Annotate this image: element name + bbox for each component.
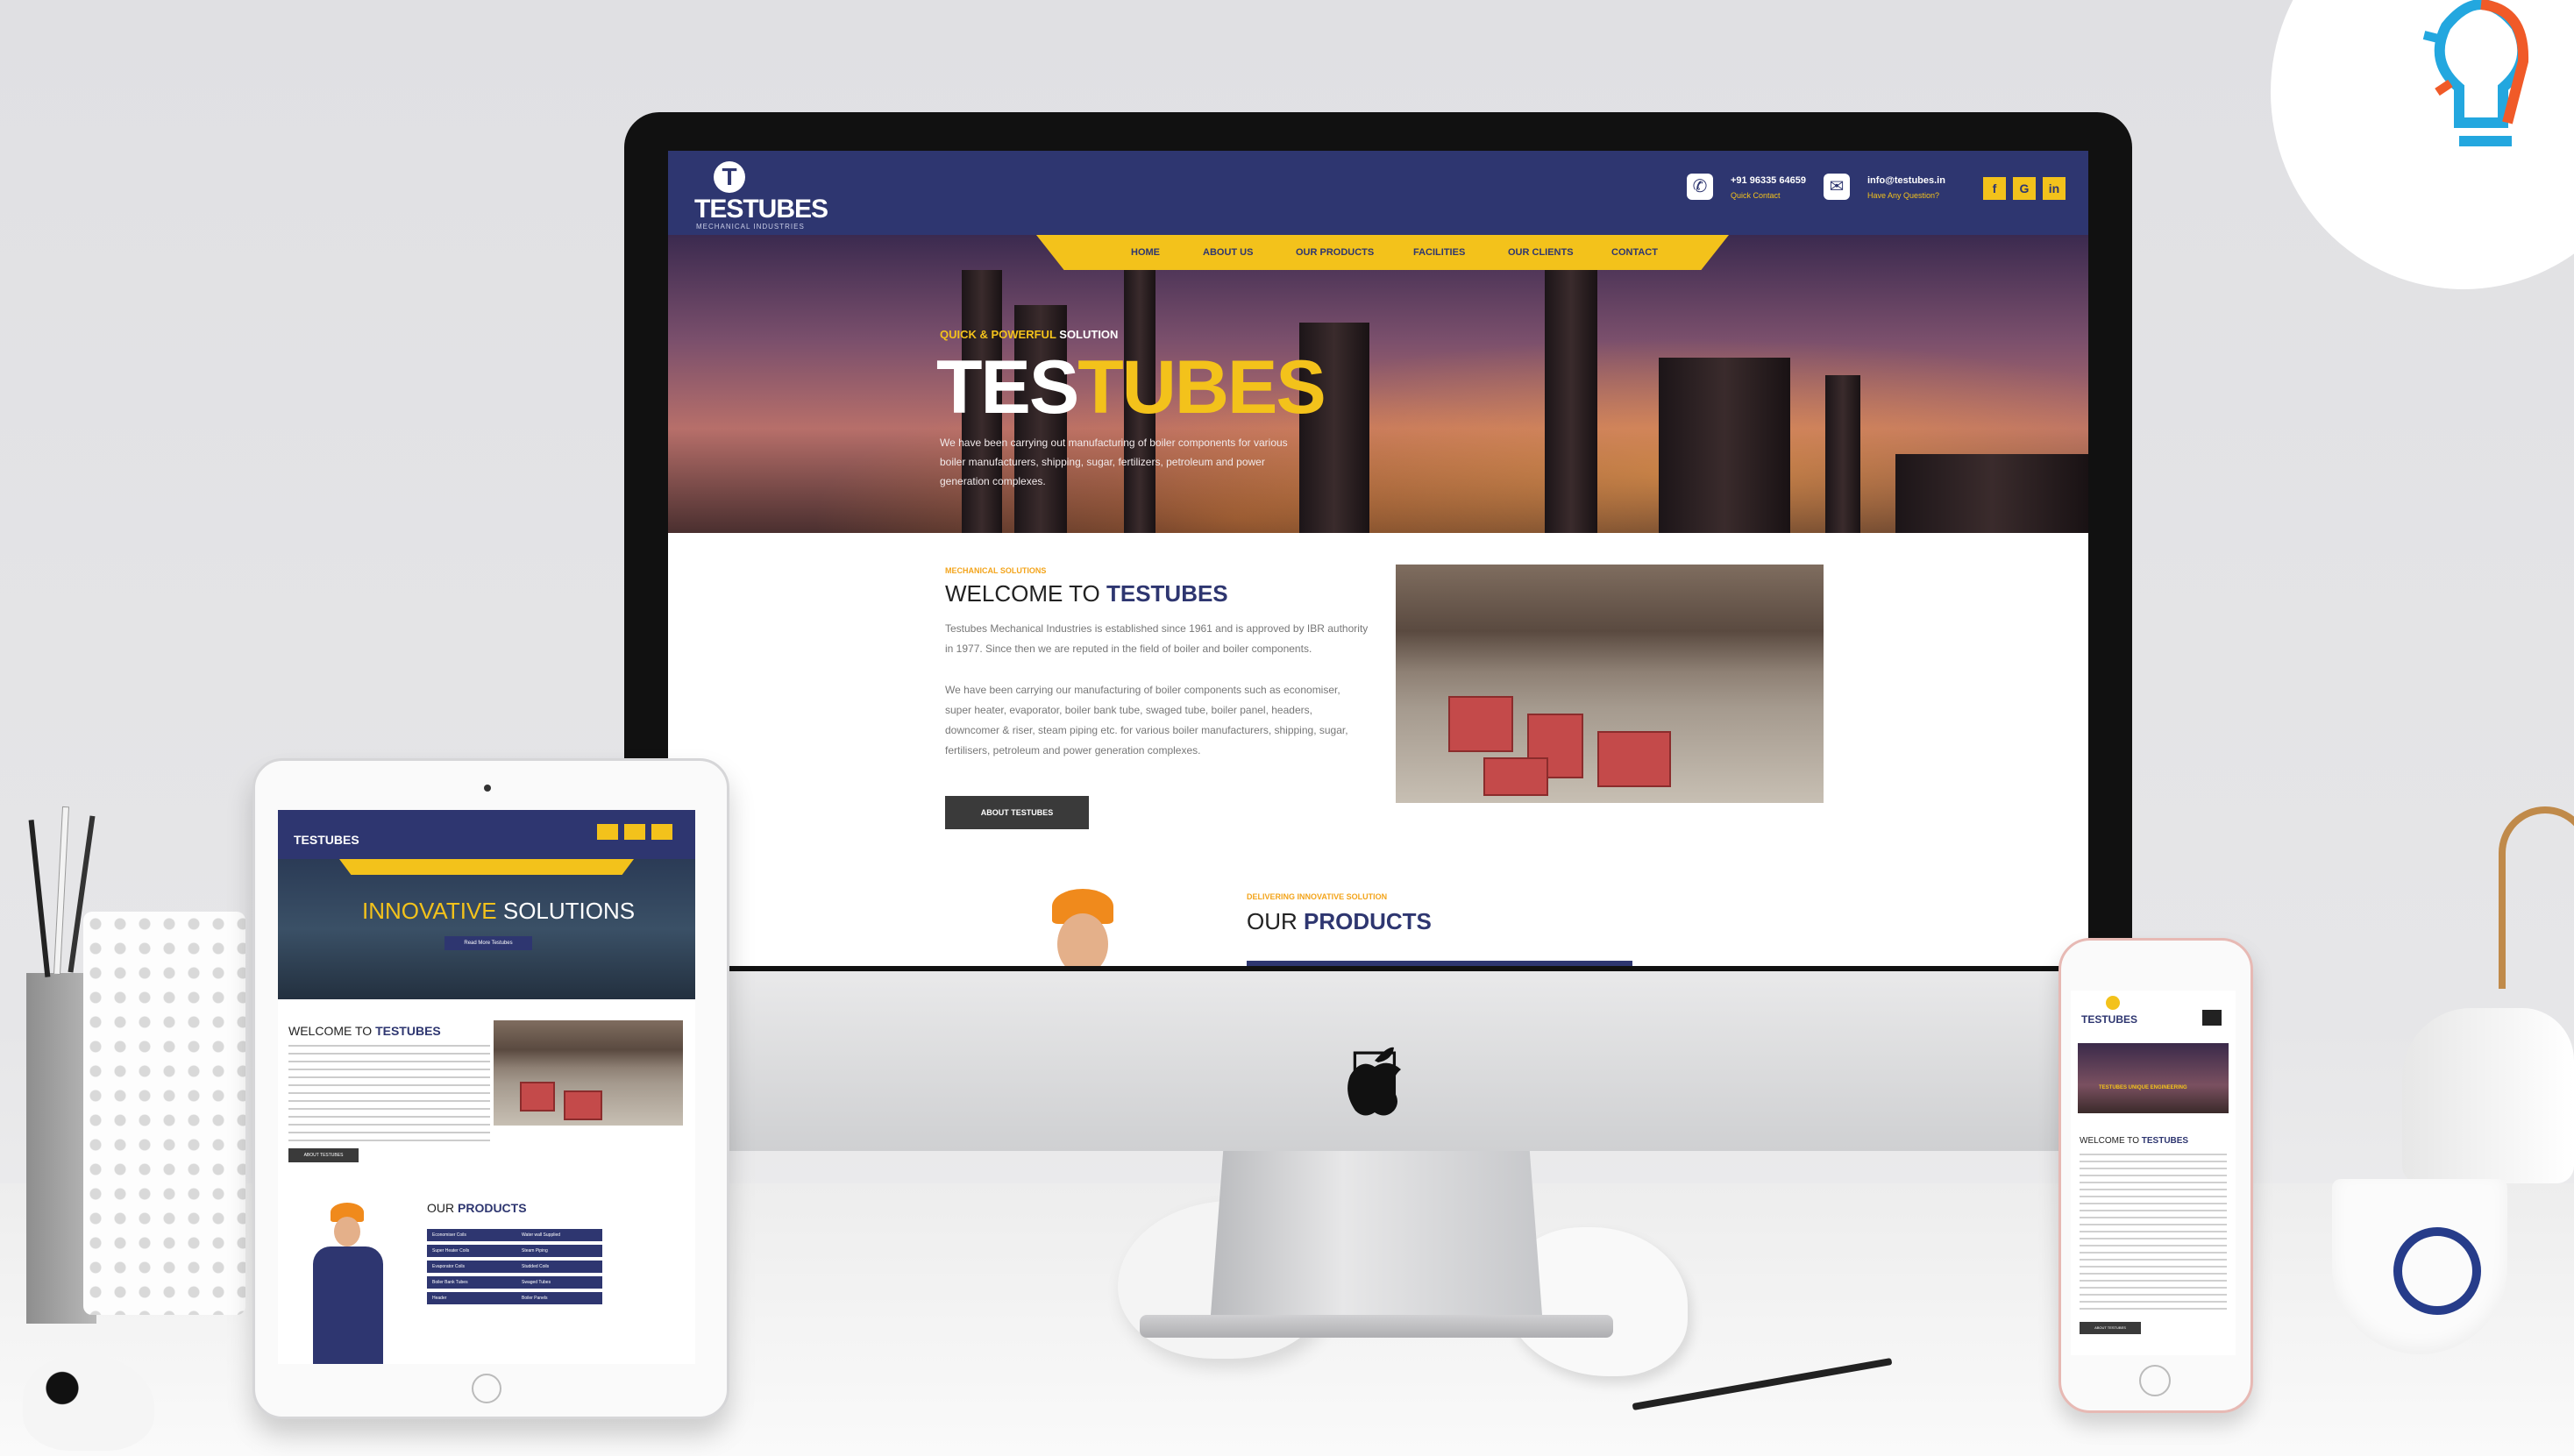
nav-contact[interactable]: CONTACT [1611,247,1658,258]
mail-icon: ✉ [1824,174,1850,200]
products-title-b: PRODUCTS [1304,908,1432,934]
tablet-website: TESTUBES INNOVATIVE SOLUTIONS Read More … [278,810,695,1364]
phone-logo-mark[interactable] [2106,996,2120,1010]
iphone-home-button [2139,1365,2171,1396]
hero-description: We have been carrying out manufacturing … [940,437,1288,487]
nav-our-clients[interactable]: OUR CLIENTS [1508,247,1574,258]
nav-our-products[interactable]: OUR PRODUCTS [1296,247,1374,258]
tablet-hero [278,859,695,999]
header-email-caption: Have Any Question? [1867,191,1940,200]
hero-title-b: TUBES [1077,345,1326,430]
tablet-product-item[interactable]: Economiser Coils [427,1229,516,1241]
hero-kicker-a: QUICK & POWERFUL [940,328,1056,341]
tablet-hero-title-a: INNOVATIVE [362,898,497,924]
tablet-product-item[interactable]: Swaged Tubes [516,1276,602,1289]
tablet-products-a: OUR [427,1201,458,1215]
tablet-product-item[interactable]: Super Heater Coils [427,1245,516,1257]
phone-website: TESTUBES TESTUBES UNIQUE ENGINEERING WEL… [2071,991,2236,1355]
tablet-factory-photo [494,1020,683,1126]
hero-title-a: TES [936,345,1079,430]
ipad-home-button [472,1374,501,1403]
phone-hero-text: TESTUBES UNIQUE ENGINEERING [2099,1085,2187,1090]
phone-welcome-b: TESTUBES [2141,1136,2189,1146]
tablet-worker-body [313,1246,383,1364]
products-title: OUR PRODUCTS [1247,908,1432,935]
perforated-holder [83,912,245,1315]
products-title-a: OUR [1247,908,1304,934]
tablet-about-button[interactable]: ABOUT TESTUBES [288,1148,359,1162]
hero-kicker: QUICK & POWERFUL SOLUTION [940,328,1118,341]
header-phone[interactable]: +91 96335 64659 [1731,175,1806,186]
welcome-title-b: TESTUBES [1106,580,1228,607]
tablet-product-item[interactable]: Water wall Supplied [516,1229,602,1241]
tablet-product-item[interactable]: Evaporator Coils [427,1261,516,1273]
tablet-nav [339,859,634,875]
phone-welcome-a: WELCOME TO [2080,1136,2142,1146]
hero-title: TESTUBES [936,345,1326,430]
tablet-social [597,824,672,840]
google-icon[interactable]: G [2013,177,2036,200]
nav-home[interactable]: HOME [1131,247,1160,258]
phone-logo[interactable]: TESTUBES [2081,1013,2137,1026]
ipad-camera [484,785,491,792]
teapot [2402,1008,2574,1183]
imac-stand [1210,1151,1543,1326]
hamburger-menu-icon[interactable] [2202,1010,2222,1026]
site-logo-tagline: MECHANICAL INDUSTRIES [696,223,805,231]
about-testubes-button[interactable]: ABOUT TESTUBES [945,796,1089,829]
tablet-hero-button[interactable]: Read More Testubes [444,936,532,950]
hero-kicker-b: SOLUTION [1056,328,1119,341]
tablet-welcome-text [288,1045,490,1141]
phone-welcome-title: WELCOME TO TESTUBES [2080,1136,2188,1146]
desktop-website: T TESTUBES MECHANICAL INDUSTRIES ✆ +91 9… [668,151,2088,966]
products-tabs [1247,961,1632,966]
tablet-welcome-title: WELCOME TO TESTUBES [288,1024,441,1038]
hero-banner [668,235,2088,533]
lightbulb-icon [2420,0,2542,167]
tablet-welcome-a: WELCOME TO [288,1024,376,1038]
cup-flower-pattern [2393,1227,2481,1315]
tablet-product-item[interactable]: Steam Piping [516,1245,602,1257]
tablet-product-item[interactable]: Boiler Panels [516,1292,602,1304]
tablet-worker-face [334,1217,360,1246]
header-email[interactable]: info@testubes.in [1867,175,1945,186]
tablet-welcome-b: TESTUBES [375,1024,441,1038]
tablet-products-b: PRODUCTS [458,1201,527,1215]
site-logo[interactable]: TESTUBES [694,195,828,224]
welcome-title: WELCOME TO TESTUBES [945,580,1228,607]
testubes-logo-icon[interactable]: T [714,161,745,193]
apple-logo-shape [1340,1039,1410,1118]
nav-facilities[interactable]: FACILITIES [1413,247,1465,258]
nav-about-us[interactable]: ABOUT US [1203,247,1253,258]
products-kicker: DELIVERING INNOVATIVE SOLUTION [1247,892,1388,901]
imac-foot [1140,1315,1613,1338]
factory-photo [1396,565,1824,803]
phone-about-button[interactable]: ABOUT TESTUBES [2080,1322,2141,1334]
linkedin-icon[interactable]: in [2043,177,2066,200]
phone-welcome-text [2080,1154,2227,1310]
phone-hero [2078,1043,2229,1113]
welcome-kicker: MECHANICAL SOLUTIONS [945,566,1047,575]
welcome-paragraph-2: We have been carrying our manufacturing … [945,684,1348,756]
tablet-product-item[interactable]: Header [427,1292,516,1304]
tablet-logo[interactable]: TESTUBES [294,833,359,847]
tablet-product-item[interactable]: Boiler Bank Tubes [427,1276,516,1289]
welcome-paragraph-1: Testubes Mechanical Industries is establ… [945,622,1369,655]
tablet-hero-title: INNOVATIVE SOLUTIONS [362,898,635,925]
header-phone-caption: Quick Contact [1731,191,1781,200]
welcome-title-a: WELCOME TO [945,580,1106,607]
tablet-hero-title-b: SOLUTIONS [496,898,636,924]
phone-icon: ✆ [1687,174,1713,200]
facebook-icon[interactable]: f [1983,177,2006,200]
teapot-handle [2499,806,2574,989]
tablet-product-item[interactable]: Studded Coils [516,1261,602,1273]
tablet-products-title: OUR PRODUCTS [427,1201,527,1215]
